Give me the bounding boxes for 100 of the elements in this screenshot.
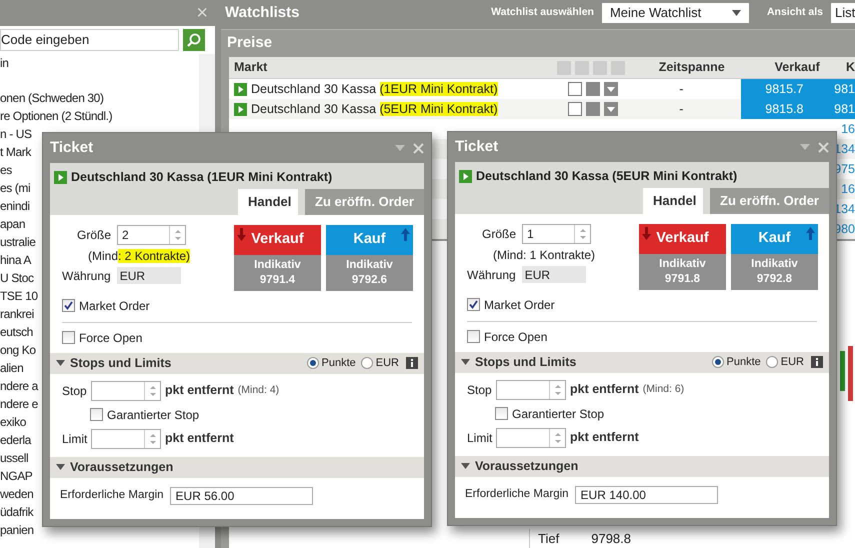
table-cell: 981 — [828, 79, 855, 99]
market-name: Deutschland 30 Kassa (1EUR Mini Kontrakt) — [71, 169, 332, 186]
section-header[interactable]: Stops und Limits Punkte EUR — [50, 352, 424, 374]
list-item[interactable]: panien — [0, 521, 34, 539]
field-label: Erforderliche Margin — [465, 487, 569, 502]
list-item[interactable]: U Stoc — [0, 269, 34, 287]
checkbox-label: Garantierter Stop — [107, 406, 200, 424]
margin-field: EUR 140.00 — [574, 486, 718, 504]
margin-field: EUR 56.00 — [170, 486, 313, 505]
radio-button[interactable] — [766, 356, 778, 368]
radio-label: Punkte — [726, 355, 761, 370]
column-header[interactable]: Markt — [229, 58, 558, 77]
radio-button[interactable] — [360, 357, 373, 370]
section-header[interactable]: Stops und Limits Punkte EUR — [455, 352, 829, 373]
list-item[interactable]: ustralie — [0, 233, 36, 251]
number-field[interactable] — [496, 380, 566, 400]
list-item[interactable]: ndere e — [0, 395, 38, 413]
list-item[interactable]: exiko — [0, 413, 26, 431]
list-item[interactable]: TSE 10 — [0, 287, 38, 305]
close-icon[interactable] — [818, 142, 829, 152]
column-header[interactable]: Verkauf — [752, 58, 842, 77]
list-item[interactable]: t Mark — [0, 143, 31, 161]
table-cell: 9815.7 — [740, 79, 828, 99]
list-item[interactable]: es — [0, 161, 12, 179]
list-item[interactable]: eutsch — [0, 323, 33, 341]
list-item[interactable]: üdafrik — [0, 503, 34, 521]
down-arrow-icon — [237, 228, 246, 241]
number-field[interactable] — [91, 380, 161, 401]
field-label: Größe — [482, 226, 516, 243]
checkbox[interactable] — [90, 408, 103, 422]
stat-label: Tief — [538, 530, 560, 548]
checkbox[interactable] — [62, 299, 75, 312]
radio-label: EUR — [376, 356, 399, 371]
select-label: Watchlist auswählen — [491, 5, 594, 20]
market-name: Deutschland 30 Kassa (5EUR Mini Kontrakt) — [251, 100, 498, 118]
section-header[interactable]: Voraussetzungen — [455, 456, 829, 477]
radio-button[interactable] — [712, 356, 724, 368]
field-label: Stop — [62, 382, 87, 400]
minimum-note: (Mind: 6) — [642, 382, 684, 397]
checkbox-label: Garantierter Stop — [512, 406, 604, 423]
number-field[interactable] — [91, 428, 161, 449]
checkmark-icon — [469, 300, 478, 310]
play-icon[interactable] — [234, 82, 247, 96]
close-icon[interactable] — [413, 142, 424, 154]
radio-button[interactable] — [306, 357, 319, 370]
checkbox[interactable] — [467, 298, 480, 312]
currency-field: EUR — [522, 266, 586, 284]
play-icon[interactable] — [234, 102, 247, 116]
field-label: Währung — [467, 266, 516, 284]
column-header[interactable]: Zeitspanne — [631, 58, 752, 77]
checkbox[interactable] — [467, 330, 480, 344]
table-cell: - — [679, 102, 684, 116]
tab[interactable]: Handel — [238, 188, 298, 215]
list-item[interactable]: hina A — [0, 251, 31, 269]
list-item[interactable]: NGAP — [0, 467, 32, 485]
list-item[interactable]: enindi — [0, 197, 30, 215]
number-field[interactable]: 1 — [522, 224, 592, 244]
checkbox[interactable] — [495, 407, 508, 420]
list-item[interactable]: ussell — [0, 449, 28, 467]
collapse-icon[interactable] — [800, 144, 810, 150]
column-header[interactable]: K — [842, 58, 855, 77]
list-item[interactable]: ndere a — [0, 377, 38, 395]
info-icon[interactable] — [811, 356, 823, 368]
table-cell-text: 16 — [840, 180, 855, 198]
up-arrow-icon — [401, 228, 410, 241]
checkbox-label: Force Open — [79, 330, 142, 347]
radio-label: Punkte — [322, 356, 356, 371]
play-icon — [54, 170, 67, 184]
field-label: Größe — [77, 226, 112, 244]
field-label: Limit — [467, 430, 492, 447]
play-icon — [459, 170, 472, 183]
list-item[interactable]: onen (Schweden 30) — [0, 89, 104, 107]
section-header[interactable]: Voraussetzungen — [50, 456, 424, 478]
caret-icon — [461, 463, 470, 470]
list-item[interactable]: weden — [0, 485, 34, 503]
list-item[interactable]: n - US — [0, 125, 32, 143]
checkbox[interactable] — [62, 331, 75, 344]
list-item[interactable]: rankrei — [0, 305, 34, 323]
tab[interactable]: Handel — [643, 188, 704, 214]
search-field[interactable]: Code eingeben — [0, 29, 179, 51]
list-item[interactable]: in — [0, 54, 9, 72]
list-item[interactable]: ong Ko — [0, 341, 36, 359]
checkmark-icon — [64, 301, 73, 310]
number-field[interactable]: 2 — [117, 224, 186, 245]
collapse-icon[interactable] — [395, 145, 405, 151]
market-name: Deutschland 30 Kassa (1EUR Mini Kontrakt) — [251, 80, 498, 98]
search-button[interactable] — [183, 29, 205, 51]
caret-icon — [56, 464, 65, 470]
number-field[interactable] — [496, 428, 566, 448]
list-item[interactable]: es (mi — [0, 179, 30, 197]
view-select[interactable]: List — [831, 3, 855, 23]
watchlist-select[interactable]: Meine Watchlist — [602, 3, 749, 23]
list-item[interactable]: re Optionen (2 Stündl.) — [0, 107, 112, 125]
checkbox-label: Market Order — [484, 296, 555, 314]
list-item[interactable]: apan — [0, 215, 26, 233]
list-item[interactable]: alien — [0, 359, 24, 377]
window-title: Ticket — [50, 138, 94, 158]
info-icon[interactable] — [406, 357, 418, 370]
down-arrow-icon — [642, 226, 651, 240]
list-item[interactable]: ederla — [0, 431, 31, 449]
